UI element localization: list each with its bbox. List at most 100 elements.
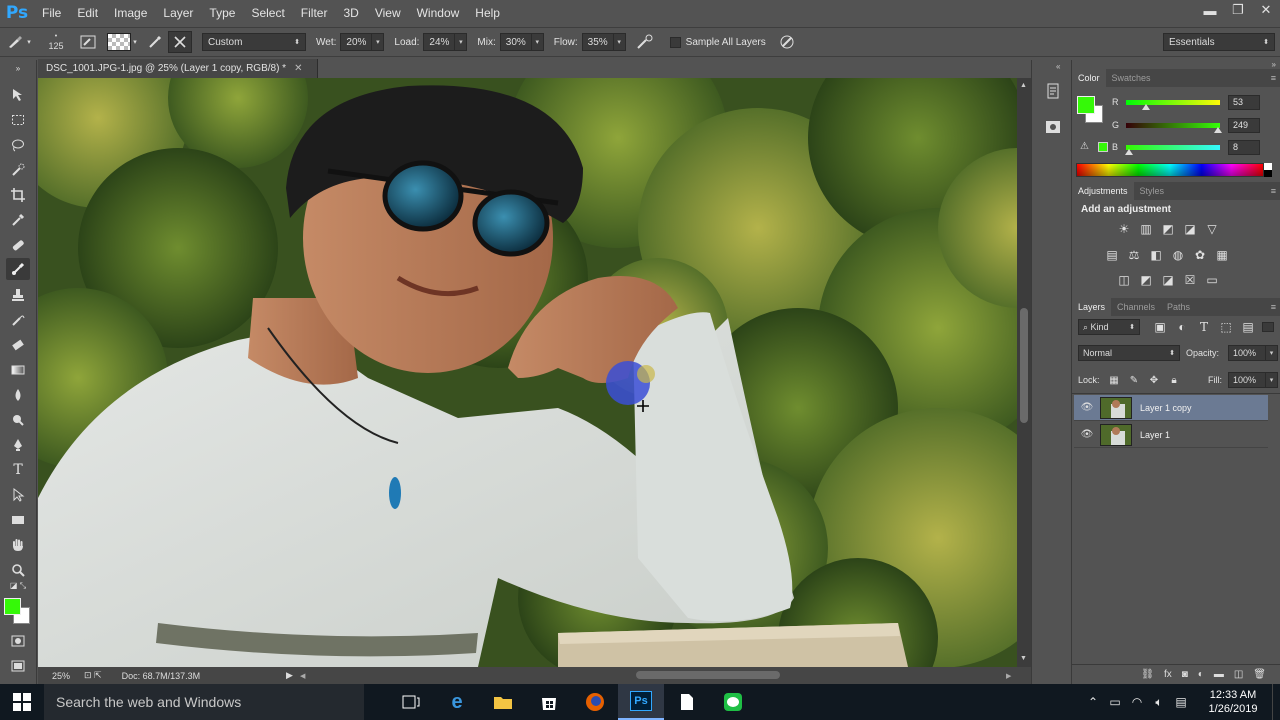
color-lookup-icon[interactable]: ▦ [1214, 247, 1230, 263]
channel-mixer-icon[interactable]: ✿ [1192, 247, 1208, 263]
opacity-input[interactable]: 100% [1228, 345, 1266, 361]
quick-selection-tool-icon[interactable] [6, 159, 30, 181]
photoshop-taskbar-icon[interactable]: Ps [618, 684, 664, 720]
eraser-tool-icon[interactable] [6, 334, 30, 356]
zoom-tool-icon[interactable] [6, 559, 30, 581]
menu-view[interactable]: View [367, 0, 409, 26]
flow-dropdown[interactable]: ▾ [613, 33, 626, 51]
eyedropper-tool-icon[interactable] [6, 209, 30, 231]
scroll-right-icon[interactable]: ▶ [1006, 672, 1011, 680]
menu-layer[interactable]: Layer [155, 0, 201, 26]
horizontal-scroll-thumb[interactable] [636, 671, 780, 679]
hand-tool-icon[interactable] [6, 534, 30, 556]
wet-input[interactable]: 20% [340, 33, 373, 51]
invert-icon[interactable]: ◫ [1116, 272, 1132, 288]
gamut-warning-icon[interactable]: ⚠ [1080, 141, 1089, 152]
vertical-scrollbar[interactable]: ▲ ▼ [1017, 78, 1031, 667]
healing-brush-tool-icon[interactable] [6, 234, 30, 256]
gradient-tool-icon[interactable] [6, 359, 30, 381]
zoom-level[interactable]: 25% [52, 671, 70, 681]
layer-style-icon[interactable]: fx [1164, 669, 1172, 680]
vertical-scroll-thumb[interactable] [1020, 308, 1028, 423]
lock-transparent-icon[interactable]: ▦ [1106, 372, 1122, 388]
sample-all-layers-checkbox[interactable] [669, 36, 681, 48]
hue-saturation-icon[interactable]: ▤ [1104, 247, 1120, 263]
pressure-icon[interactable] [774, 31, 800, 53]
tab-styles[interactable]: Styles [1134, 186, 1171, 196]
green-channel-slider[interactable]: G 249 [1112, 117, 1278, 133]
red-value-input[interactable]: 53 [1228, 94, 1260, 110]
red-slider-track[interactable] [1126, 99, 1220, 110]
layer-row-layer-1-copy[interactable]: 👁︎ Layer 1 copy [1074, 395, 1268, 421]
vibrance-icon[interactable]: ▽ [1204, 221, 1220, 237]
workspace-select[interactable]: Essentials ⬍ [1163, 33, 1275, 51]
new-layer-icon[interactable]: ◫ [1234, 669, 1243, 680]
posterize-icon[interactable]: ◩ [1138, 272, 1154, 288]
scroll-up-icon[interactable]: ▲ [1020, 82, 1027, 89]
brush-size-picker[interactable]: • 125 [38, 31, 74, 53]
filter-adjustment-icon[interactable]: ◐ [1174, 319, 1190, 335]
mix-dropdown[interactable]: ▾ [531, 33, 544, 51]
toolbox-collapse-icon[interactable]: » [6, 64, 30, 73]
brightness-contrast-icon[interactable]: ☀ [1116, 221, 1132, 237]
fill-dropdown[interactable]: ▾ [1266, 372, 1278, 388]
flow-input[interactable]: 35% [581, 33, 614, 51]
filter-pixel-icon[interactable]: ▣ [1152, 319, 1168, 335]
selective-color-icon[interactable]: ☒ [1182, 272, 1198, 288]
lock-position-icon[interactable]: ✥ [1146, 372, 1162, 388]
new-group-icon[interactable]: ▬ [1214, 669, 1224, 680]
menu-filter[interactable]: Filter [293, 0, 336, 26]
properties-panel-icon[interactable] [1042, 116, 1064, 138]
black-white-icon[interactable]: ◧ [1148, 247, 1164, 263]
wet-dropdown[interactable]: ▾ [372, 33, 385, 51]
task-view-icon[interactable] [388, 684, 434, 720]
collapse-panels-icon[interactable]: « [1056, 62, 1060, 71]
photo-filter-icon[interactable]: ◍ [1170, 247, 1186, 263]
default-colors-icon[interactable]: ◪ ⤡ [6, 581, 30, 591]
brush-panel-icon[interactable] [74, 31, 102, 53]
crop-tool-icon[interactable] [6, 184, 30, 206]
menu-select[interactable]: Select [243, 0, 292, 26]
file-explorer-icon[interactable] [480, 684, 526, 720]
marquee-tool-icon[interactable] [6, 109, 30, 131]
menu-window[interactable]: Window [409, 0, 468, 26]
visibility-eye-icon[interactable]: 👁︎ [1074, 429, 1100, 440]
tab-adjustments[interactable]: Adjustments [1072, 182, 1134, 200]
menu-file[interactable]: File [34, 0, 69, 26]
lock-image-icon[interactable]: ✎ [1126, 372, 1142, 388]
tab-color[interactable]: Color [1072, 69, 1106, 87]
new-adjustment-layer-icon[interactable]: ◐ [1198, 669, 1204, 680]
tab-channels[interactable]: Channels [1111, 302, 1161, 312]
menu-3d[interactable]: 3D [335, 0, 366, 26]
lock-all-icon[interactable]: 🔒︎ [1166, 372, 1182, 388]
edge-browser-icon[interactable]: e [434, 684, 480, 720]
scroll-left-icon[interactable]: ◀ [300, 672, 305, 680]
firefox-icon[interactable] [572, 684, 618, 720]
wifi-icon[interactable]: ◠ [1126, 695, 1148, 709]
black-white-ramp[interactable] [1264, 163, 1272, 177]
load-brush-icon[interactable] [142, 31, 168, 53]
blur-tool-icon[interactable] [6, 384, 30, 406]
mix-input[interactable]: 30% [499, 33, 532, 51]
filter-type-icon[interactable]: T [1196, 319, 1212, 335]
exposure-icon[interactable]: ◪ [1182, 221, 1198, 237]
document-canvas[interactable] [38, 78, 1017, 667]
close-document-icon[interactable]: ✕ [294, 63, 302, 74]
slider-handle[interactable] [1141, 103, 1150, 110]
foreground-color-swatch[interactable] [4, 598, 21, 615]
chat-app-icon[interactable] [710, 684, 756, 720]
add-mask-icon[interactable]: ◙ [1182, 669, 1188, 680]
tab-layers[interactable]: Layers [1072, 298, 1112, 316]
mixer-brush-preset-icon[interactable]: ▾ [0, 31, 38, 53]
gamut-swatch[interactable] [1098, 142, 1108, 152]
start-button[interactable] [0, 684, 44, 720]
type-tool-icon[interactable]: T [6, 459, 30, 481]
blend-mode-select[interactable]: Normal ⬍ [1078, 345, 1180, 361]
store-icon[interactable] [526, 684, 572, 720]
menu-type[interactable]: Type [201, 0, 243, 26]
color-balance-icon[interactable]: ⚖ [1126, 247, 1142, 263]
battery-icon[interactable]: ▭ [1104, 695, 1126, 709]
layer-row-layer-1[interactable]: 👁︎ Layer 1 [1074, 422, 1268, 448]
minimize-button[interactable]: ▬ [1196, 0, 1224, 20]
volume-icon[interactable]: 🔈︎ [1148, 695, 1170, 710]
